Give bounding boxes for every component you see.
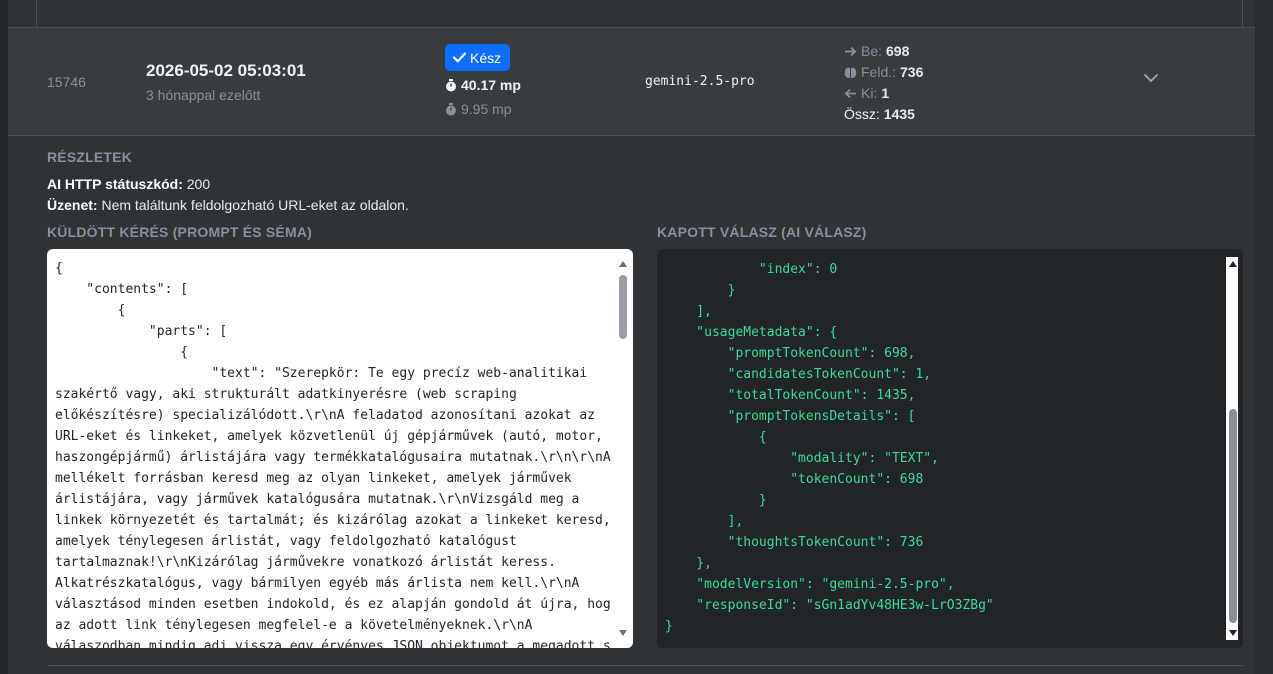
log-row[interactable]: 15746 2026-05-02 05:03:01 3 hónappal eze… — [8, 28, 1255, 136]
right-gutter — [1255, 0, 1273, 674]
tokens-in: Be: 698 — [844, 41, 923, 62]
tokens-in-label: Be: — [861, 43, 883, 59]
row-id: 15746 — [47, 74, 86, 90]
scroll-thumb[interactable] — [1229, 409, 1237, 623]
status-badge: Kész — [445, 44, 511, 71]
arrow-left-icon — [844, 88, 856, 99]
row-date: 2026-05-02 05:03:01 — [146, 61, 306, 80]
details-title: RÉSZLETEK — [47, 149, 133, 165]
message-value: Nem találtunk feldolgozható URL-eket az … — [101, 197, 409, 213]
token-counts: Be: 698 Feld.: 736 Ki: 1 Össz: 1435 — [844, 41, 923, 125]
row-relative-time: 3 hónappal ezelőtt — [146, 87, 261, 103]
arrow-right-icon — [845, 46, 857, 57]
divider — [36, 0, 37, 27]
details-panel: RÉSZLETEK AI HTTP státuszkód: 200 Üzenet… — [8, 136, 1255, 674]
response-code[interactable]: "index": 0 } ], "usageMetadata": { "prom… — [665, 249, 1221, 637]
status-label: Kész — [470, 49, 502, 66]
http-status-value: 200 — [186, 176, 211, 192]
scroll-thumb[interactable] — [619, 275, 627, 339]
previous-row-edge — [8, 0, 1255, 28]
tokens-out-label: Ki: — [861, 85, 878, 101]
total-duration: 40.17 mp — [445, 77, 521, 93]
tokens-in-value: 698 — [886, 43, 910, 59]
request-title: KÜLDÖTT KÉRÉS (PROMPT ÉS SÉMA) — [47, 224, 313, 240]
request-code[interactable]: { "contents": [ { "parts": [ { "text": "… — [55, 258, 633, 648]
scroll-up-icon[interactable] — [619, 261, 627, 267]
stopwatch-icon — [446, 78, 456, 91]
response-scrollbar[interactable] — [1221, 249, 1243, 648]
response-title: KAPOTT VÁLASZ (AI VÁLASZ) — [657, 224, 867, 240]
response-code-panel[interactable]: "index": 0 } ], "usageMetadata": { "prom… — [657, 249, 1243, 648]
brain-icon — [844, 67, 857, 78]
tokens-total-value: 1435 — [883, 106, 915, 122]
total-duration-value: 40.17 mp — [461, 77, 521, 93]
request-code-panel[interactable]: { "contents": [ { "parts": [ { "text": "… — [47, 249, 633, 648]
tokens-thought: Feld.: 736 — [844, 62, 923, 83]
scroll-up-icon[interactable] — [1229, 261, 1237, 267]
message-label: Üzenet: — [47, 197, 98, 213]
scroll-down-icon[interactable] — [1229, 630, 1237, 636]
tokens-total-label: Össz: — [844, 106, 880, 122]
tokens-out: Ki: 1 — [844, 83, 923, 104]
stopwatch-icon — [446, 102, 456, 115]
check-icon — [453, 52, 466, 63]
message: Üzenet: Nem találtunk feldolgozható URL-… — [47, 197, 409, 213]
ai-duration-value: 9.95 mp — [461, 101, 512, 117]
tokens-thought-label: Feld.: — [861, 64, 897, 80]
model-name: gemini-2.5-pro — [645, 74, 755, 89]
scroll-down-icon[interactable] — [619, 630, 627, 636]
tokens-thought-value: 736 — [900, 64, 924, 80]
chevron-down-icon[interactable] — [1143, 73, 1159, 83]
tokens-out-value: 1 — [881, 85, 890, 101]
tokens-total: Össz: 1435 — [844, 104, 923, 125]
divider — [47, 665, 1243, 666]
http-status-label: AI HTTP státuszkód: — [47, 176, 183, 192]
request-scrollbar[interactable] — [611, 249, 633, 648]
ai-duration: 9.95 mp — [445, 101, 512, 117]
left-gutter — [0, 0, 8, 674]
http-status: AI HTTP státuszkód: 200 — [47, 176, 210, 192]
divider — [1242, 0, 1243, 27]
